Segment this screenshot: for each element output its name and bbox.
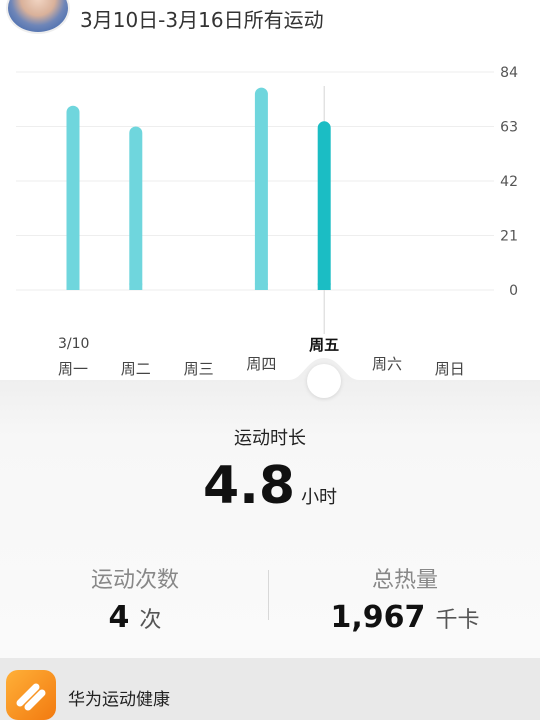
bar-base <box>129 283 143 290</box>
bar-周一[interactable] <box>66 105 80 290</box>
calories-unit: 千卡 <box>435 608 480 633</box>
bar-周二[interactable] <box>129 126 143 291</box>
bar-base <box>317 283 331 290</box>
calories-label: 总热量 <box>371 568 438 593</box>
week-start-date: 3/10 <box>58 336 90 352</box>
duration-value: 4.8 <box>202 456 296 516</box>
calories-stat: 总热量 1,967 千卡 <box>270 562 540 635</box>
day-label-周一[interactable]: 周一 <box>43 358 103 379</box>
workout-count-value: 4 <box>108 600 130 635</box>
page-title: 3月10日-3月16日所有运动 <box>80 8 324 32</box>
day-label-周日[interactable]: 周日 <box>420 358 480 379</box>
calories-value: 1,967 <box>330 600 426 635</box>
y-tick-label: 21 <box>500 229 518 245</box>
avatar[interactable] <box>6 0 70 34</box>
day-label-周四[interactable]: 周四 <box>231 353 291 374</box>
day-label-周五[interactable]: 周五 <box>294 334 354 355</box>
chart-svg: 84 63 42 21 0 <box>16 65 518 334</box>
workout-count-label: 运动次数 <box>90 568 179 593</box>
weekly-activity-chart[interactable]: 84 63 42 21 0 周一 周二 周三 周四 周五 周六 周日 3/10 <box>0 40 540 380</box>
day-label-周三[interactable]: 周三 <box>169 358 229 379</box>
day-label-周六[interactable]: 周六 <box>357 353 417 374</box>
duration-unit: 小时 <box>301 487 338 508</box>
y-tick-label: 63 <box>500 120 518 136</box>
app-name: 华为运动健康 <box>68 690 170 710</box>
duration-title: 运动时长 <box>234 428 306 449</box>
bar-base <box>254 283 268 290</box>
duration-metric: 4.8 小时 <box>0 456 540 516</box>
bar-周五[interactable] <box>317 121 331 290</box>
y-tick-label: 0 <box>509 283 518 299</box>
app-footer[interactable]: 华为运动健康 <box>0 658 540 720</box>
workout-count-stat: 运动次数 4次 <box>0 562 270 635</box>
huawei-health-icon <box>6 670 56 720</box>
stats-divider <box>268 570 269 620</box>
y-tick-label: 42 <box>500 174 518 190</box>
header: 3月10日-3月16日所有运动 <box>0 0 540 40</box>
bar-base <box>66 283 80 290</box>
workout-count-unit: 次 <box>139 608 162 633</box>
y-tick-label: 84 <box>500 65 518 81</box>
selection-handle[interactable] <box>307 364 341 398</box>
bar-周四[interactable] <box>254 87 268 290</box>
day-label-周二[interactable]: 周二 <box>106 358 166 379</box>
